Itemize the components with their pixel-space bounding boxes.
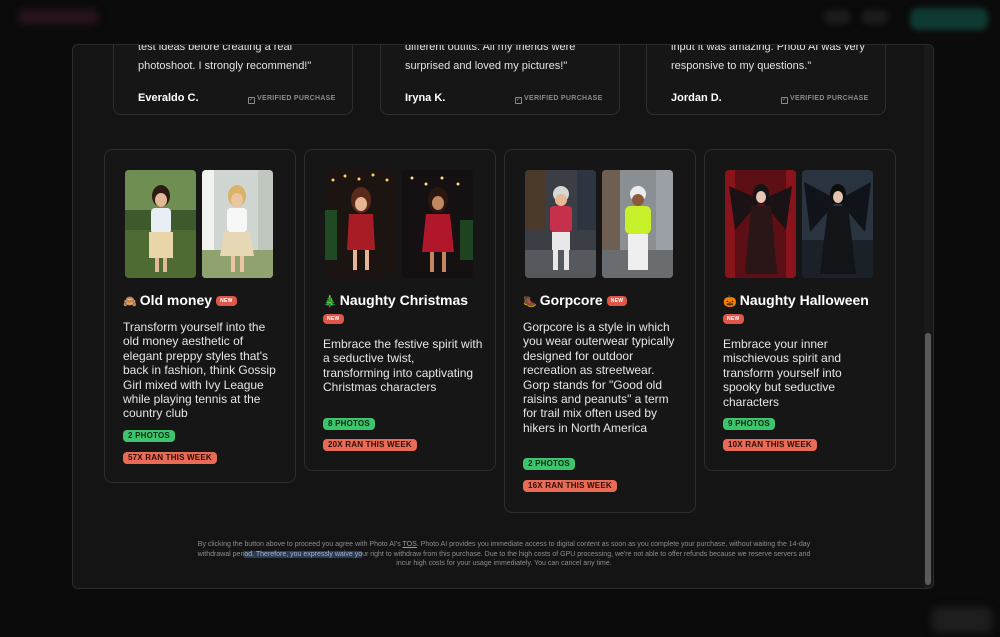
review-author: Jordan D. bbox=[671, 92, 722, 104]
pack-photo bbox=[202, 170, 273, 278]
review-line: responsive to my questions." bbox=[671, 60, 812, 72]
scrollbar-thumb[interactable] bbox=[925, 333, 931, 585]
ran-this-week-tag: 57X RAN THIS WEEK bbox=[123, 452, 217, 464]
pack-photos bbox=[725, 170, 873, 278]
verified-text: VERIFIED PURCHASE bbox=[790, 95, 869, 102]
new-badge: NEW bbox=[323, 314, 344, 324]
background-logo bbox=[18, 10, 98, 24]
review-line: test ideas before creating a real bbox=[138, 44, 293, 53]
pack-photo bbox=[802, 170, 873, 278]
photos-count-tag: 9 PHOTOS bbox=[723, 418, 775, 430]
review-text: input it was amazing. Photo AI was very … bbox=[671, 44, 871, 76]
disclaimer-text: By clicking the button above to proceed … bbox=[197, 541, 403, 548]
pack-emoji-icon: 🎃 bbox=[723, 296, 737, 308]
pack-title: 🙈 Old money NEW bbox=[123, 292, 237, 308]
review-author: Iryna K. bbox=[405, 92, 446, 104]
background-bottom-widget bbox=[932, 607, 992, 633]
review-card: input it was amazing. Photo AI was very … bbox=[646, 44, 886, 115]
selected-text: od. Therefore, you expressly waive yo bbox=[244, 550, 363, 558]
ran-this-week-tag: 10X RAN THIS WEEK bbox=[723, 439, 817, 451]
pack-photo bbox=[125, 170, 196, 278]
review-card: different outfits. All my friends were s… bbox=[380, 44, 620, 115]
pack-card-gorpcore[interactable]: 🥾 Gorpcore NEW Gorpcore is a style in whic… bbox=[504, 149, 696, 513]
checkout-modal[interactable]: test ideas before creating a real photos… bbox=[72, 44, 934, 589]
pack-card-old-money[interactable]: 🙈 Old money NEW Transform yourself into th… bbox=[104, 149, 296, 483]
refund-disclaimer: By clicking the button above to proceed … bbox=[197, 540, 811, 569]
pack-title: 🎃 Naughty Halloween bbox=[723, 292, 869, 308]
new-badge: NEW bbox=[606, 296, 628, 306]
verified-text: VERIFIED PURCHASE bbox=[257, 95, 336, 102]
ran-this-week-tag: 20X RAN THIS WEEK bbox=[323, 439, 417, 451]
pack-description: Embrace the festive spirit with a seduct… bbox=[323, 337, 483, 395]
pack-emoji-icon: 🎄 bbox=[323, 296, 337, 308]
photos-count-tag: 2 PHOTOS bbox=[123, 430, 175, 442]
pack-emoji-icon: 🥾 bbox=[523, 296, 537, 308]
photos-count-tag: 8 PHOTOS bbox=[323, 418, 375, 430]
pack-description: Embrace your inner mischievous spirit an… bbox=[723, 337, 842, 409]
verified-text: VERIFIED PURCHASE bbox=[524, 95, 603, 102]
pack-title-text: Gorpcore bbox=[539, 292, 603, 308]
pack-description: Gorpcore is a style in which you wear ou… bbox=[523, 320, 675, 435]
pack-photos bbox=[125, 170, 273, 278]
pack-photos bbox=[325, 170, 473, 278]
disclaimer-text: ur right to withdraw from this purchase.… bbox=[362, 550, 811, 568]
pack-photos bbox=[525, 170, 673, 278]
pack-description: Transform yourself into the old money ae… bbox=[123, 320, 276, 421]
verified-purchase-label: ✓ VERIFIED PURCHASE bbox=[515, 95, 603, 104]
pack-card-naughty-halloween[interactable]: 🎃 Naughty Halloween NEW Embrace your inne… bbox=[704, 149, 896, 471]
background-nav-item bbox=[824, 10, 850, 24]
pack-title-text: Old money bbox=[139, 292, 213, 308]
ran-this-week-tag: 16X RAN THIS WEEK bbox=[523, 480, 617, 492]
pack-photo bbox=[725, 170, 796, 278]
reviews-row: test ideas before creating a real photos… bbox=[113, 44, 887, 115]
review-author: Everaldo C. bbox=[138, 92, 199, 104]
checkbox-icon: ✓ bbox=[248, 97, 255, 104]
new-badge: NEW bbox=[723, 314, 744, 324]
checkbox-icon: ✓ bbox=[781, 97, 788, 104]
pack-photo bbox=[402, 170, 473, 278]
new-badge: NEW bbox=[216, 296, 237, 306]
review-line: surprised and loved my pictures!" bbox=[405, 60, 568, 72]
tos-link[interactable]: TOS bbox=[403, 541, 417, 548]
pack-title-text: Naughty Christmas bbox=[339, 292, 469, 308]
pack-photo bbox=[325, 170, 396, 278]
review-card: test ideas before creating a real photos… bbox=[113, 44, 353, 115]
checkbox-icon: ✓ bbox=[515, 97, 522, 104]
review-line: different outfits. All my friends were bbox=[405, 44, 576, 53]
pack-title-text: Naughty Halloween bbox=[739, 292, 869, 308]
photos-count-tag: 2 PHOTOS bbox=[523, 458, 575, 470]
review-text: different outfits. All my friends were s… bbox=[405, 44, 605, 76]
pack-photo bbox=[602, 170, 673, 278]
background-nav-item bbox=[862, 10, 888, 24]
review-text: test ideas before creating a real photos… bbox=[138, 44, 338, 76]
pack-title: 🎄 Naughty Christmas bbox=[323, 292, 468, 308]
pack-emoji-icon: 🙈 bbox=[123, 296, 137, 308]
background-cta-button bbox=[910, 8, 988, 30]
verified-purchase-label: ✓ VERIFIED PURCHASE bbox=[248, 95, 336, 104]
review-line: input it was amazing. Photo AI was very bbox=[671, 44, 865, 53]
review-line: photoshoot. I strongly recommend!" bbox=[138, 60, 312, 72]
pack-card-naughty-christmas[interactable]: 🎄 Naughty Christmas NEW Embrace the festi… bbox=[304, 149, 496, 471]
verified-purchase-label: ✓ VERIFIED PURCHASE bbox=[781, 95, 869, 104]
pack-title: 🥾 Gorpcore NEW bbox=[523, 292, 628, 308]
pack-photo bbox=[525, 170, 596, 278]
